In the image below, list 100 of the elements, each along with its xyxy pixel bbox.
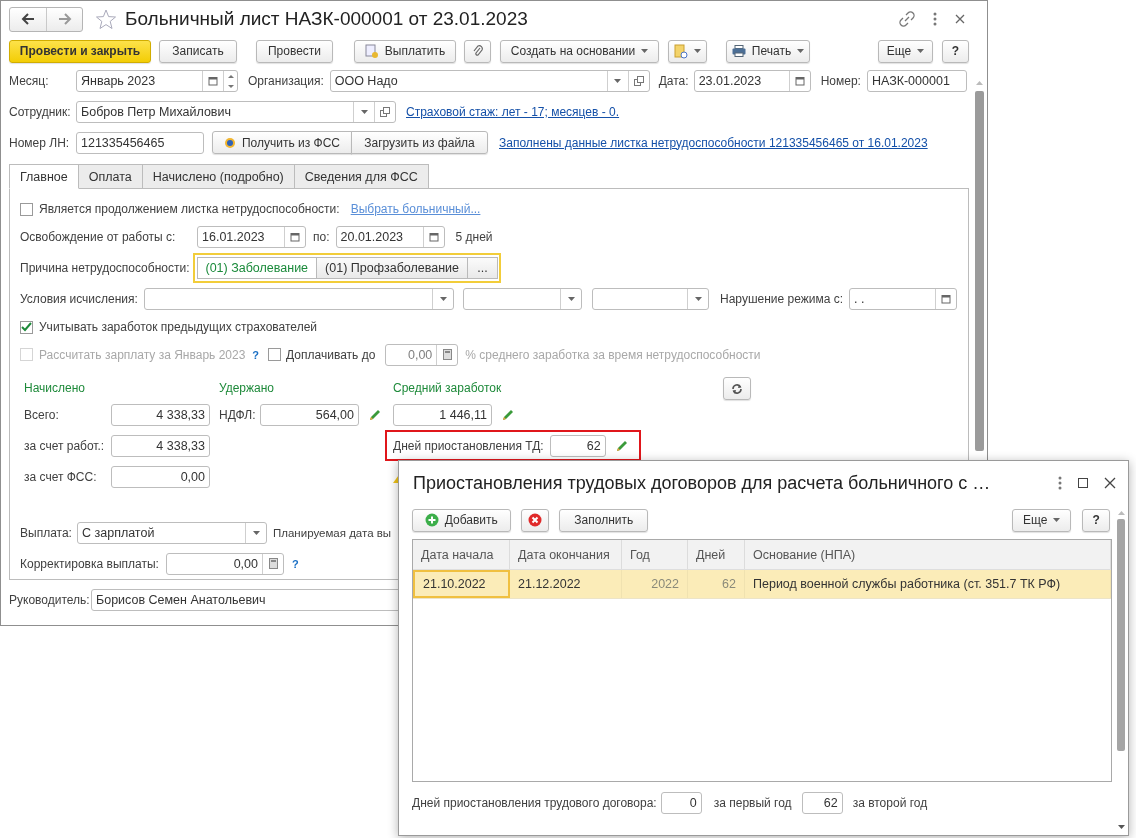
more-icon [1058, 476, 1062, 490]
amount-field[interactable]: 4 338,33 [111, 403, 210, 426]
calendar-icon [794, 76, 805, 86]
number-field[interactable]: НАЗК-000001 [866, 70, 967, 92]
pencil-icon [368, 407, 382, 422]
field-label: Номер ЛН: [9, 135, 71, 150]
field-label: Планируемая дата вы [273, 526, 392, 539]
section-heading: Начислено [24, 381, 85, 395]
field-label: Дней приостановления ТД: [393, 438, 544, 453]
column-header[interactable]: Дней [688, 540, 745, 569]
insurance-period-link[interactable]: Страховой стаж: лет - 17; месяцев - 0. [406, 105, 620, 119]
printer-icon [731, 45, 746, 57]
conditions-field[interactable] [592, 287, 709, 310]
more-button[interactable]: Еще [1012, 508, 1072, 532]
add-button[interactable]: Добавить [412, 508, 511, 532]
column-header[interactable]: Дата начала [413, 540, 510, 569]
release-to-field[interactable]: 20.01.2023 [335, 225, 445, 248]
checkbox[interactable] [20, 202, 33, 216]
help-link[interactable]: ? [292, 557, 299, 570]
caret-icon [797, 49, 805, 53]
refresh-button[interactable] [723, 377, 751, 400]
employee-field[interactable]: Бобров Петр Михайлович [76, 101, 396, 123]
checkbox-label: Учитывать заработок предыдущих страхователей [39, 320, 318, 334]
spin-button[interactable] [223, 71, 237, 91]
column-header[interactable]: Дата окончания [510, 540, 622, 569]
violation-date-field[interactable]: . . [849, 287, 958, 310]
fill-button[interactable]: Заполнить [559, 508, 649, 532]
suspension-days-field[interactable]: 62 [549, 434, 606, 457]
caret-icon [567, 296, 575, 301]
filled-data-link[interactable]: Заполнены данные листка нетрудоспособности 121335456465 от 16.01.2023 [499, 135, 928, 150]
field-label: Сотрудник: [9, 105, 72, 119]
table-row[interactable]: 21.10.2022 21.12.2022 2022 62 Период военной службы работника (ст. 351.7 ТК РФ) [413, 570, 1111, 599]
calculator-icon [442, 349, 452, 360]
paperclip-icon [471, 45, 484, 57]
column-header[interactable]: Год [622, 540, 688, 569]
checkbox-label: Рассчитать зарплату за Январь 2023 [39, 347, 246, 362]
amount-field[interactable]: 0,00 [111, 465, 210, 488]
delete-button[interactable] [520, 508, 550, 532]
link-icon [899, 11, 915, 27]
post-button[interactable]: Провести [256, 39, 333, 63]
calendar-icon [941, 293, 952, 304]
table-cell: 21.10.2022 [413, 570, 510, 598]
pay-button[interactable]: Выплатить [354, 39, 456, 63]
attach-button[interactable] [464, 39, 491, 63]
amount-field[interactable]: 4 338,33 [111, 434, 210, 457]
pencil-icon [614, 438, 629, 453]
help-button[interactable]: ? [942, 39, 969, 63]
section-heading: Средний заработок [393, 381, 502, 395]
maximize-icon [1078, 478, 1088, 488]
load-from-file-button[interactable]: Загрузить из файла [351, 131, 488, 154]
caret-icon [614, 79, 622, 83]
calendar-icon [290, 231, 300, 242]
report-menu-button[interactable] [668, 39, 707, 63]
reason-option[interactable]: (01) Заболевание [196, 256, 318, 279]
organization-field[interactable]: ООО Надо [329, 70, 650, 92]
delete-icon [528, 513, 543, 527]
calendar-icon [208, 76, 218, 86]
conditions-field[interactable] [463, 287, 582, 310]
more-button[interactable]: Еще [878, 39, 933, 63]
back-arrow-icon [21, 13, 35, 25]
date-field[interactable]: 23.01.2023 [693, 70, 811, 92]
checkbox-label: Доплачивать до [286, 347, 376, 362]
help-button[interactable]: ? [1082, 508, 1110, 532]
print-button[interactable]: Печать [726, 39, 810, 63]
checkbox[interactable] [268, 348, 282, 361]
month-field[interactable]: Январь 2023 [76, 70, 238, 92]
first-year-days-field[interactable]: 0 [660, 792, 702, 814]
save-button[interactable]: Записать [159, 39, 237, 63]
amount-field[interactable]: 1 446,11 [393, 403, 492, 426]
sick-leave-number-field[interactable]: 121335456465 [76, 131, 204, 154]
open-icon [633, 76, 644, 86]
tab[interactable]: Начислено (подробно) [141, 164, 295, 189]
release-from-field[interactable]: 16.01.2023 [197, 225, 306, 248]
payment-field[interactable]: С зарплатой [77, 521, 267, 544]
tab[interactable]: Главное [9, 164, 79, 189]
section-heading: Удержано [219, 381, 275, 395]
more-reasons-button[interactable]: ... [467, 256, 498, 279]
field-label: Номер: [820, 74, 861, 88]
tab[interactable]: Оплата [77, 164, 143, 189]
forward-arrow-icon [57, 13, 72, 25]
conditions-field[interactable] [144, 287, 454, 310]
second-year-days-field[interactable]: 62 [801, 792, 843, 814]
correction-field[interactable]: 0,00 [166, 552, 284, 575]
field-label: Освобождение от работы с: [20, 229, 177, 244]
top-up-percent-field[interactable]: 0,00 [385, 343, 459, 366]
amount-field[interactable]: 564,00 [260, 403, 359, 426]
scrollbar[interactable] [1116, 511, 1126, 829]
create-based-on-button[interactable]: Создать на основании [500, 39, 659, 63]
get-from-fss-button[interactable]: Получить из ФСС [212, 131, 352, 154]
column-header[interactable]: Основание (НПА) [745, 540, 1111, 569]
tab[interactable]: Сведения для ФСС [293, 164, 429, 189]
plus-icon [424, 513, 439, 527]
document-chart-icon [674, 43, 688, 59]
window-title: Больничный лист НАЗК-000001 от 23.01.2023 [125, 8, 528, 30]
post-and-close-button[interactable]: Провести и закрыть [9, 39, 151, 63]
field-label: Выплата: [20, 525, 73, 540]
caret-icon [917, 49, 925, 53]
caret-icon [694, 296, 702, 301]
reason-option[interactable]: (01) Профзаболевание [316, 256, 468, 279]
checkbox[interactable] [20, 320, 33, 334]
